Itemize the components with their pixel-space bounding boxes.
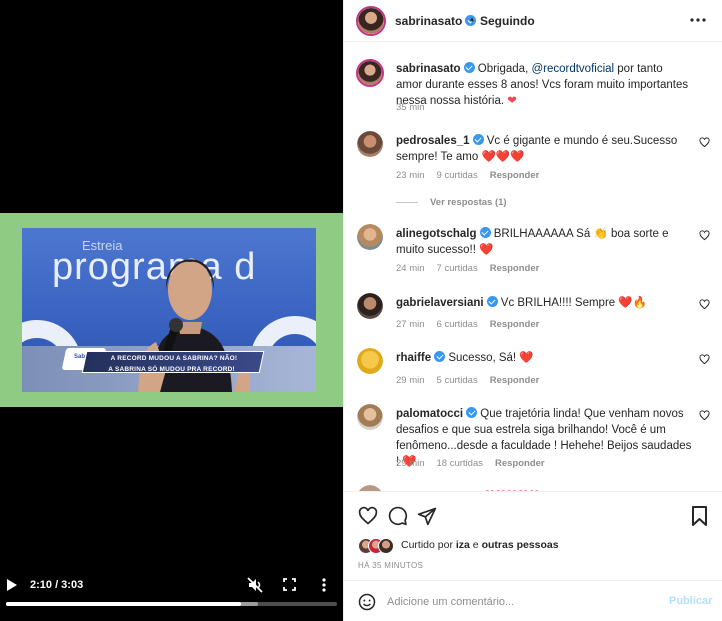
more-vertical-icon[interactable] xyxy=(320,577,328,593)
comment-meta: 27 min 6 curtidas Responder xyxy=(396,319,540,330)
comment-username[interactable]: palomatocci xyxy=(396,408,463,420)
reply-button[interactable]: Responder xyxy=(490,263,540,274)
mention-link[interactable]: @recordtvoficial xyxy=(531,63,614,75)
verified-icon xyxy=(463,62,475,73)
post-actions: Curtido por iza e outras pessoas HÁ 35 M… xyxy=(344,491,722,621)
heart-emojis: ❤️❤️❤️ xyxy=(481,151,525,163)
lower-third-line-2: A SABRINA SÓ MUDOU PRA RECORD! xyxy=(108,366,235,373)
fullscreen-icon[interactable] xyxy=(283,578,296,591)
reply-button[interactable]: Responder xyxy=(490,319,540,330)
author-username[interactable]: sabrinasato xyxy=(395,14,477,28)
verified-icon xyxy=(486,296,498,307)
muted-speaker-icon[interactable] xyxy=(247,577,263,593)
video-progress-bar[interactable] xyxy=(6,602,337,606)
following-button[interactable]: Seguindo xyxy=(480,14,535,28)
comment-likes[interactable]: 9 curtidas xyxy=(437,170,478,181)
commenter-avatar[interactable] xyxy=(357,348,383,374)
caption-time: 35 min xyxy=(396,102,425,113)
publish-button[interactable]: Publicar xyxy=(669,595,712,607)
reply-button[interactable]: Responder xyxy=(495,458,545,469)
video-player[interactable]: Estreia programa d Sabrina A RECORD MUDO… xyxy=(0,0,343,621)
like-comment-heart-icon[interactable] xyxy=(699,230,710,241)
save-bookmark-icon[interactable] xyxy=(691,506,708,526)
comment-likes[interactable]: 5 curtidas xyxy=(437,375,478,386)
like-comment-heart-icon[interactable] xyxy=(699,410,710,421)
video-time: 2:10 / 3:03 xyxy=(30,579,84,591)
comment-input[interactable] xyxy=(387,593,657,611)
add-comment-bar: Publicar xyxy=(344,580,722,621)
view-replies-button[interactable]: Ver respostas (1) xyxy=(396,197,507,208)
liker-avatars[interactable] xyxy=(358,538,404,554)
comment-username[interactable]: alinegotschalg xyxy=(396,228,477,240)
verified-icon xyxy=(472,134,484,145)
lower-third-line-1: A RECORD MUDOU A SABRINA? NÃO! xyxy=(110,355,238,362)
commenter-avatar[interactable] xyxy=(357,131,383,157)
play-icon[interactable] xyxy=(6,578,18,592)
like-heart-icon[interactable] xyxy=(358,506,378,526)
comment-likes[interactable]: 6 curtidas xyxy=(437,319,478,330)
comment-text: gabrielaversiani Vc BRILHA!!!! Sempre ❤️… xyxy=(396,296,648,309)
post-panel: sabrinasato • Seguindo sabrinasato Obrig… xyxy=(343,0,722,621)
comment-meta: 23 min 9 curtidas Responder xyxy=(396,170,540,181)
commenter-avatar[interactable] xyxy=(357,224,383,250)
comment-username[interactable]: pedrosales_1 xyxy=(396,135,470,147)
like-comment-heart-icon[interactable] xyxy=(699,354,710,365)
commenter-avatar[interactable] xyxy=(357,404,383,430)
reply-button[interactable]: Responder xyxy=(490,170,540,181)
comments-list[interactable]: sabrinasato Obrigada, @recordtvoficial p… xyxy=(344,43,722,491)
commenter-avatar[interactable] xyxy=(357,293,383,319)
comment-text: rhaiffe Sucesso, Sá! ❤️ xyxy=(396,351,534,364)
video-controls: 2:10 / 3:03 xyxy=(0,572,343,602)
caption-username[interactable]: sabrinasato xyxy=(396,63,461,75)
comment-meta: 29 min 5 curtidas Responder xyxy=(396,375,540,386)
comment-username[interactable]: rhaiffe xyxy=(396,352,431,364)
comment-username[interactable]: gabrielaversiani xyxy=(396,297,484,309)
liked-by-user[interactable]: iza xyxy=(456,539,470,551)
comment-likes[interactable]: 7 curtidas xyxy=(437,263,478,274)
comment-text: alinegotschalg BRILHAAAAAA Sá 👏 boa sort… xyxy=(396,227,669,256)
liked-by-others[interactable]: outras pessoas xyxy=(482,539,559,551)
comment-bubble-icon[interactable] xyxy=(388,506,408,526)
heart-emojis: ❤️ xyxy=(519,352,534,364)
share-paper-plane-icon[interactable] xyxy=(417,506,437,526)
heart-fire-emojis: ❤️🔥 xyxy=(618,297,648,309)
video-frame: Estreia programa d Sabrina A RECORD MUDO… xyxy=(0,213,343,407)
liked-by-text: Curtido por iza e outras pessoas xyxy=(401,539,559,551)
video-progress-fill xyxy=(6,602,241,606)
post-header: sabrinasato • Seguindo xyxy=(344,0,722,42)
comment-meta: 29 min 18 curtidas Responder xyxy=(396,458,545,469)
comment-meta: 24 min 7 curtidas Responder xyxy=(396,263,540,274)
comment-likes[interactable]: 18 curtidas xyxy=(437,458,483,469)
heart-emoji: ❤ xyxy=(507,95,517,107)
video-lower-third: A RECORD MUDOU A SABRINA? NÃO! A SABRINA… xyxy=(81,351,265,373)
video-content: Estreia programa d Sabrina A RECORD MUDO… xyxy=(22,228,316,392)
verified-icon xyxy=(434,351,446,362)
heart-emojis: ❤️ xyxy=(479,244,494,256)
emoji-smiley-icon[interactable] xyxy=(358,593,376,611)
post-timestamp[interactable]: HÁ 35 MINUTOS xyxy=(358,561,423,570)
caption-avatar[interactable] xyxy=(356,59,384,87)
reply-button[interactable]: Responder xyxy=(490,375,540,386)
verified-icon xyxy=(466,407,478,418)
verified-icon xyxy=(479,227,491,238)
comment-text: pedrosales_1 Vc é gigante e mundo é seu.… xyxy=(396,134,678,163)
like-comment-heart-icon[interactable] xyxy=(699,299,710,310)
author-avatar[interactable] xyxy=(356,6,386,36)
more-options-icon[interactable] xyxy=(690,14,706,28)
like-comment-heart-icon[interactable] xyxy=(699,137,710,148)
caption-text: sabrinasato Obrigada, @recordtvoficial p… xyxy=(396,62,689,107)
header-separator: • xyxy=(470,13,475,27)
